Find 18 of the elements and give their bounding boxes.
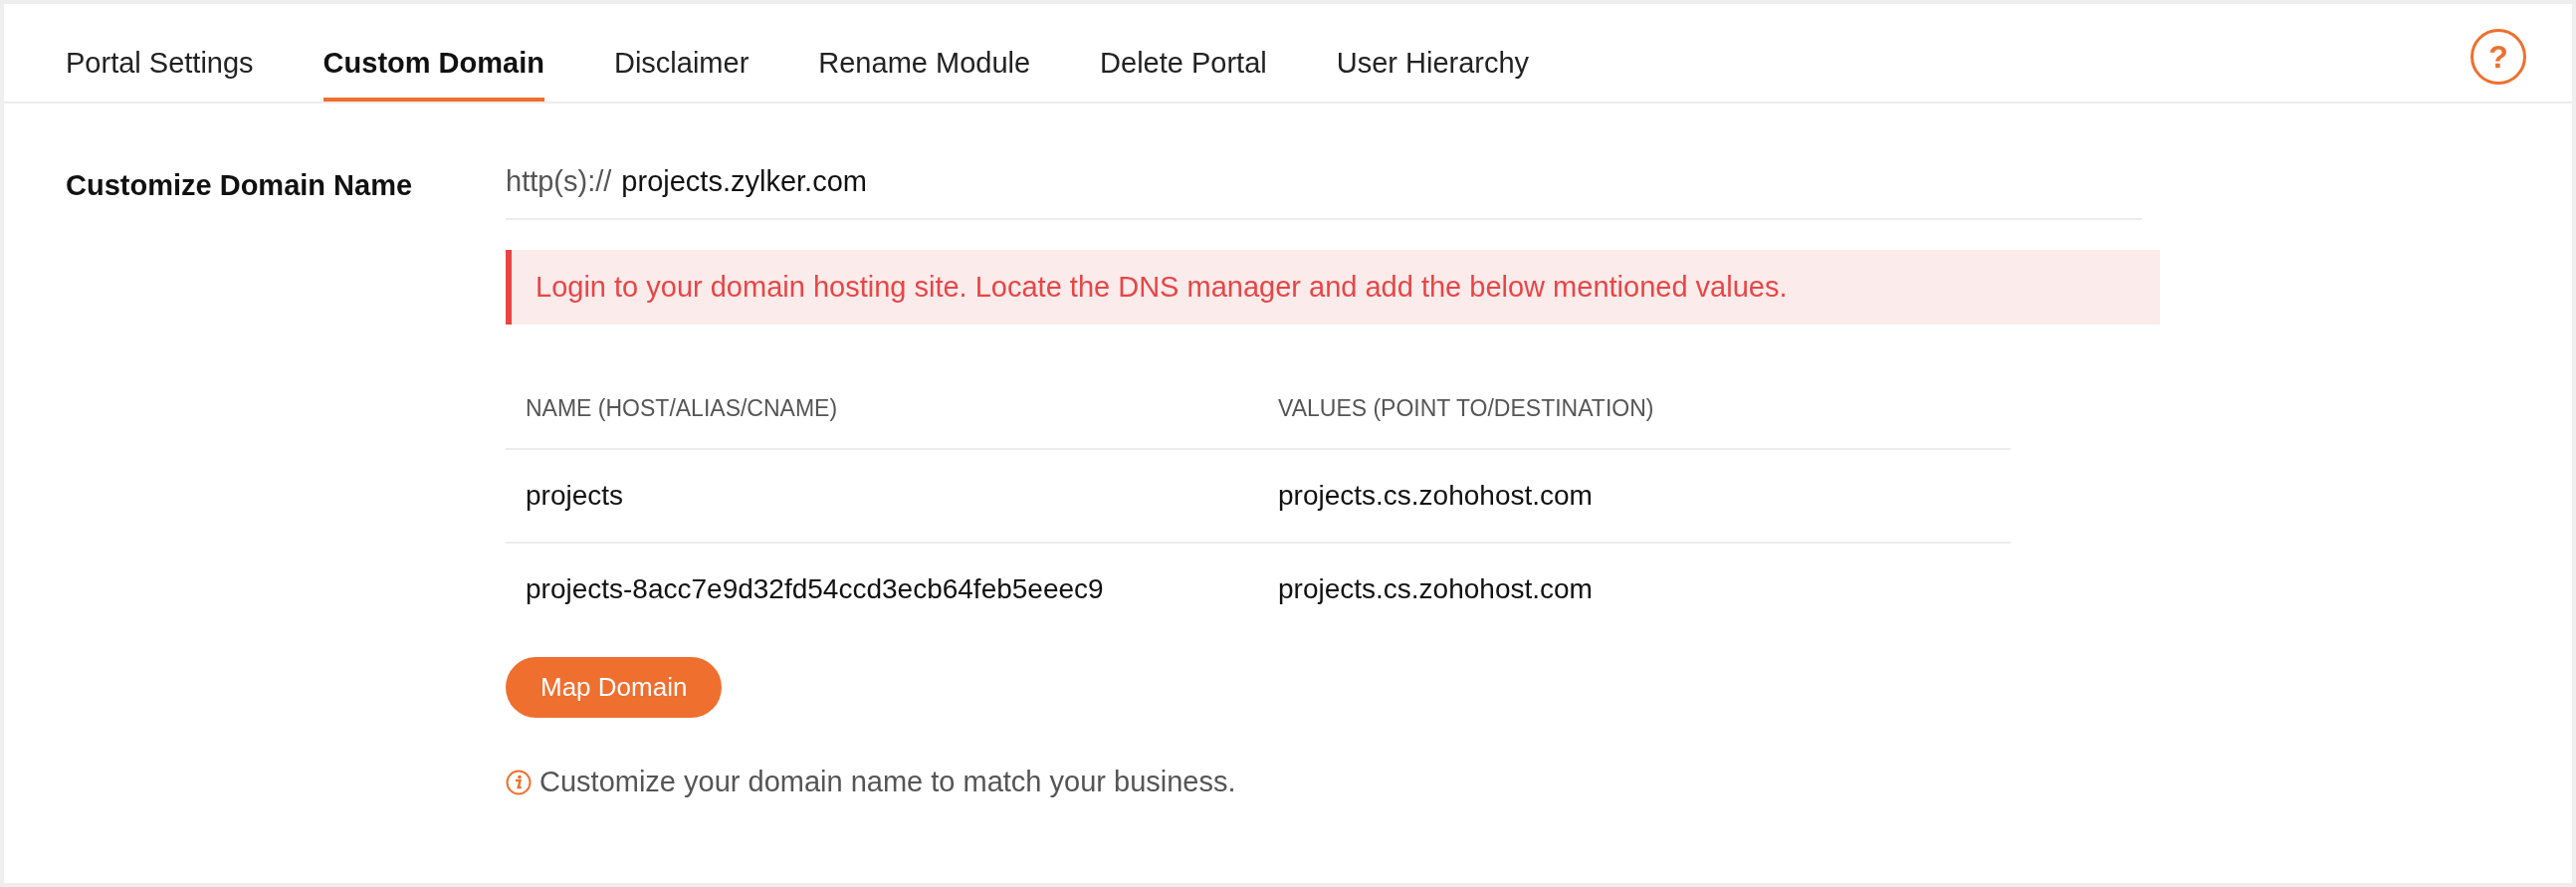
url-prefix: http(s):// — [506, 165, 612, 198]
column-header: NAME (HOST/ALIAS/CNAME) — [506, 358, 1258, 449]
table-cell: projects.cs.zohohost.com — [1258, 543, 2011, 635]
tab[interactable]: Disclaimer — [613, 47, 750, 102]
tab[interactable]: Rename Module — [818, 47, 1031, 102]
alert-message: Login to your domain hosting site. Locate the DNS manager and add the below mentioned values. — [506, 250, 2160, 325]
table-cell: projects-8acc7e9d32fd54ccd3ecb64feb5eeec9 — [506, 543, 1258, 635]
column-header: VALUES (POINT TO/DESTINATION) — [1258, 358, 2011, 449]
table-cell: projects.cs.zohohost.com — [1258, 449, 2011, 543]
domain-field[interactable]: projects.zylker.com — [621, 165, 1817, 198]
tab[interactable]: Portal Settings — [66, 47, 254, 102]
tab[interactable]: User Hierarchy — [1336, 47, 1530, 102]
info-icon — [506, 769, 532, 795]
field-label: Customize Domain Name — [66, 168, 414, 203]
tab[interactable]: Custom Domain — [322, 47, 544, 102]
hint-text: Customize your domain name to match your business. — [539, 766, 1236, 798]
tab[interactable]: Delete Portal — [1100, 47, 1267, 102]
table-cell: projects — [506, 449, 1258, 543]
